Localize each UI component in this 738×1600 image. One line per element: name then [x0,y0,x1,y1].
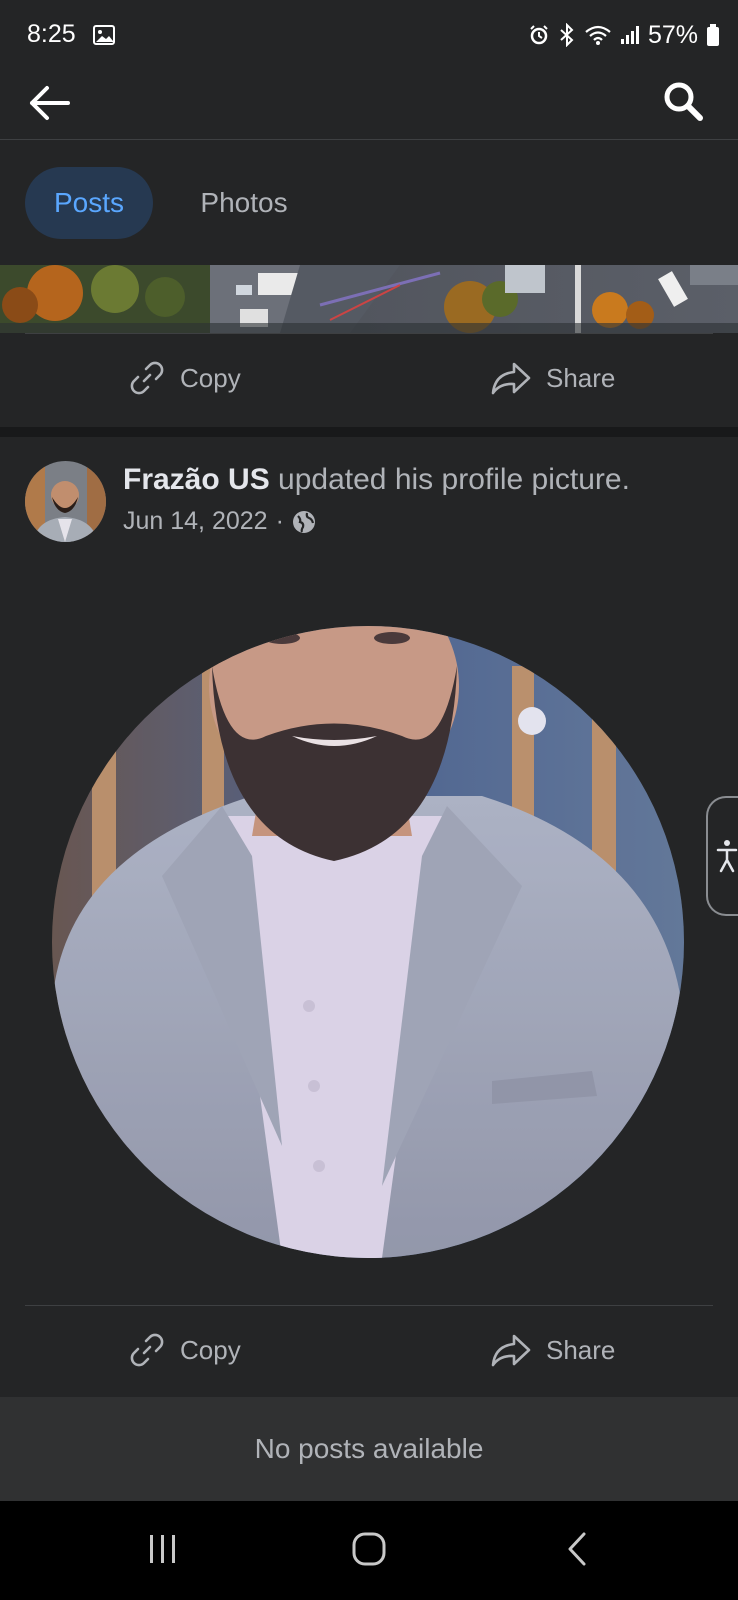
search-button[interactable] [656,74,710,128]
accessibility-menu-handle[interactable] [706,796,738,916]
recent-apps-icon [150,1535,175,1563]
signal-icon [620,26,639,44]
search-icon [664,82,703,121]
post-header: Frazão US updated his profile picture. [123,463,630,497]
tab-posts[interactable]: Posts [25,167,153,239]
share-label: Share [546,362,616,393]
share-icon [491,1334,531,1367]
aerial-city-photo [0,265,738,333]
bluetooth-icon [560,23,574,47]
copy-button[interactable]: Copy [128,333,241,423]
avatar[interactable] [25,461,106,542]
post-separator [0,427,738,437]
home-button[interactable] [334,1519,404,1579]
recent-apps-button[interactable] [128,1519,198,1579]
share-button[interactable]: Share [490,1305,615,1395]
post-actions: Copy Share [0,1305,738,1395]
post-date[interactable]: Jun 14, 2022 [123,507,268,536]
previous-post-image[interactable] [0,265,738,333]
system-nav-bar [0,1501,738,1600]
post-actions: Copy Share [0,333,738,423]
tab-photos[interactable]: Photos [170,167,318,239]
copy-label: Copy [180,1334,241,1365]
alarm-icon [530,25,548,45]
share-label: Share [546,1334,616,1365]
share-button[interactable]: Share [490,333,615,423]
nav-back-button[interactable] [542,1519,612,1579]
post-meta: Jun 14, 2022 · [123,507,316,536]
profile-picture-post: Frazão US updated his profile picture. J… [0,437,738,1397]
copy-button[interactable]: Copy [128,1305,241,1395]
link-icon [130,1333,164,1367]
status-icons: 57% [528,20,720,50]
link-icon [130,361,164,395]
post-action-text: updated his profile picture. [269,463,630,496]
profile-photo[interactable] [52,626,684,1258]
back-arrow-icon [30,86,70,120]
share-icon [491,362,531,395]
no-posts-message: No posts available [0,1397,738,1501]
status-bar: 8:25 57% [0,0,738,72]
home-icon [352,1532,386,1566]
app-bar [0,72,738,140]
back-icon [568,1532,586,1566]
tab-bar: Posts Photos [0,141,738,265]
battery-percentage: 57% [647,20,698,49]
wifi-icon [585,25,611,45]
gallery-icon [93,25,115,45]
back-button[interactable] [22,76,76,130]
accessibility-icon [716,840,738,873]
globe-icon [292,510,315,533]
status-time: 8:25 [27,20,76,48]
meta-separator: · [275,507,284,535]
battery-icon [707,24,719,46]
author-name[interactable]: Frazão US [123,463,270,496]
copy-label: Copy [180,362,241,393]
